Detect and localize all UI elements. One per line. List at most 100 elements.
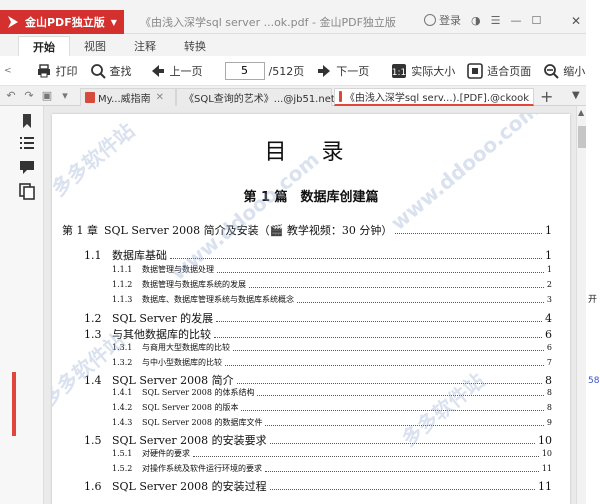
actual-size-button[interactable]: 1:1 实际大小 — [385, 63, 461, 79]
thumbnail-icon[interactable] — [18, 182, 36, 200]
toc-entry-text: 数据管理与数据处理 — [142, 265, 214, 274]
toc-entry-text: SQL Server 2008 简介及安装（🎬 教学视频：30 分钟） — [104, 224, 393, 237]
zoom-out-label: 缩小 — [563, 64, 586, 78]
toc-entry-number: 1.4 — [84, 373, 102, 387]
toc-entry-number: 第 1 章 — [62, 224, 98, 237]
toc-leader — [233, 350, 544, 351]
toc-leader — [217, 272, 544, 273]
toc-entry-text: 数据管理与数据库系统的发展 — [142, 280, 246, 289]
panel-highlight-bar — [12, 372, 16, 436]
arrow-right-icon — [318, 64, 331, 77]
save-icon[interactable]: ▣ — [40, 89, 54, 103]
app-menu-button[interactable]: 金山PDF独立版 ▼ — [0, 10, 124, 34]
close-tab-icon[interactable]: ✕ — [156, 92, 164, 103]
scroll-thumb[interactable] — [578, 126, 586, 148]
toc-entry[interactable]: 1.4 SQL Server 2008 简介 8 — [84, 372, 552, 388]
toc-entry[interactable]: 1.1 数据库基础 1 — [84, 247, 552, 263]
background-text: 58 — [588, 376, 600, 386]
pdf-reader-window: 金山PDF独立版 ▼ 《由浅入深学sql server ...ok.pdf - … — [0, 0, 600, 504]
redo-icon[interactable]: ↷ — [22, 89, 36, 103]
bookmark-icon[interactable] — [18, 112, 36, 130]
toc-entry[interactable]: 1.1.3 数据库、数据库管理系统与数据库系统概念 3 — [112, 294, 552, 305]
maximize-icon[interactable]: ☐ — [531, 14, 541, 27]
toc-entry[interactable]: 1.3 与其他数据库的比较 6 — [84, 326, 552, 342]
tab-home[interactable]: 开始 — [18, 36, 70, 56]
toc-entry[interactable]: 1.4.3 SQL Server 2008 的数据库文件 9 — [112, 417, 552, 428]
toc-entry-page: 7 — [546, 358, 552, 367]
doc-tab-label: My...威指南 — [98, 94, 151, 105]
undo-icon[interactable]: ↶ — [4, 89, 18, 103]
toc-entry-number: 1.1 — [84, 248, 102, 262]
toc-entry-text: 与商用大型数据库的比较 — [142, 343, 230, 352]
toc-entry[interactable]: 1.3.2 与中小型数据库的比较 7 — [112, 357, 552, 368]
toc-leader — [395, 232, 542, 234]
add-tab-icon[interactable]: + — [540, 87, 553, 106]
toc-entry[interactable]: 1.1.1 数据管理与数据处理 1 — [112, 264, 552, 275]
page-title: 目 录 — [264, 140, 358, 165]
arrow-left-icon — [151, 64, 164, 77]
print-button[interactable]: 打印 — [30, 63, 84, 79]
part-heading: 第 1 篇 数据库创建篇 — [243, 190, 379, 205]
comment-icon[interactable] — [18, 158, 36, 176]
skin-icon[interactable]: ◑ — [471, 14, 481, 27]
toc-leader — [269, 488, 535, 490]
page-navigator: /512页 — [219, 61, 311, 80]
toc-entry[interactable]: 第 1 章 SQL Server 2008 简介及安装（🎬 教学视频：30 分钟）… — [62, 222, 552, 238]
toc-entry-text: 数据库基础 — [112, 249, 167, 262]
toc-leader — [236, 382, 542, 384]
vertical-scrollbar[interactable]: ▲ — [576, 106, 586, 504]
toc-leader — [214, 336, 542, 338]
toc-entry[interactable]: 1.4.1 SQL Server 2008 的体系结构 8 — [112, 387, 552, 398]
minimize-icon[interactable]: — — [510, 14, 521, 27]
next-page-button[interactable]: 下一页 — [310, 63, 375, 79]
toc-entry-page: 8 — [546, 403, 552, 412]
toc-entry-text: SQL Server 2008 的版本 — [142, 403, 239, 412]
toc-entry-number: 1.3 — [84, 327, 102, 341]
next-page-label: 下一页 — [336, 64, 370, 78]
toc-entry-number: 1.4.1 — [112, 388, 133, 397]
pdf-file-icon — [339, 91, 342, 102]
doc-tab[interactable]: My...威指南 ✕ — [80, 88, 176, 106]
tab-annotate[interactable]: 注释 — [120, 36, 170, 56]
scroll-up-icon[interactable]: ▲ — [578, 108, 584, 117]
toc-entry[interactable]: 1.3.1 与商用大型数据库的比较 6 — [112, 342, 552, 353]
toc-entry-text: 对操作系统及软件运行环境的要求 — [142, 464, 262, 473]
toc-entry-number: 1.5.2 — [112, 464, 133, 473]
page-number-input[interactable] — [224, 61, 265, 80]
tab-view[interactable]: 视图 — [70, 36, 120, 56]
tab-list-icon[interactable]: ▼ — [572, 90, 580, 101]
toc-entry-page: 8 — [545, 373, 552, 387]
document-viewport[interactable]: 目 录 第 1 篇 数据库创建篇 第 1 章 SQL Server 2008 简介… — [44, 106, 576, 504]
toc-entry[interactable]: 1.1.2 数据管理与数据库系统的发展 2 — [112, 279, 552, 290]
menu-icon[interactable]: ☰ — [491, 14, 501, 27]
toc-entry[interactable]: 1.2 SQL Server 的发展 4 — [84, 310, 552, 326]
outline-list-icon[interactable] — [18, 134, 36, 152]
toc-entry-page: 9 — [546, 418, 552, 427]
ribbon-tabs: 开始 视图 注释 转换 — [0, 34, 586, 56]
toolbar-scroll-left[interactable]: < — [0, 66, 16, 76]
toc-entry-text: 对硬件的要求 — [142, 449, 190, 458]
toc-entry-number: 1.4.3 — [112, 418, 133, 427]
doc-tab-active[interactable]: 《由浅入深学sql serv...).[PDF].@ckook — [334, 88, 534, 106]
dropdown-icon[interactable]: ▾ — [58, 89, 72, 103]
doc-tab-label: 《由浅入深学sql serv...).[PDF].@ckook — [344, 93, 529, 104]
tab-convert[interactable]: 转换 — [170, 36, 220, 56]
document-tab-strip: ↶ ↷ ▣ ▾ My...威指南 ✕ 《SQL查询的艺术》...@jb51.ne… — [0, 86, 600, 106]
toc-leader — [170, 257, 542, 259]
toc-entry[interactable]: 1.5 SQL Server 2008 的安装要求 10 — [84, 432, 552, 448]
toc-entry[interactable]: 1.5.2 对操作系统及软件运行环境的要求 11 — [112, 463, 552, 474]
toc-entry[interactable]: 1.5.1 对硬件的要求 10 — [112, 448, 552, 459]
prev-page-button[interactable]: 上一页 — [144, 63, 209, 79]
toc-entry[interactable]: 1.6 SQL Server 2008 的安装过程 11 — [84, 478, 552, 494]
background-window-edge — [586, 0, 600, 504]
toc-entry-page: 1 — [545, 223, 552, 237]
window-title: 《由浅入深学sql server ...ok.pdf - 金山PDF独立版 — [140, 16, 396, 29]
find-button[interactable]: 查找 — [84, 63, 138, 79]
fit-page-button[interactable]: 适合页面 — [461, 62, 537, 79]
close-icon[interactable]: ✕ — [571, 14, 581, 28]
login-button[interactable]: 登录 — [424, 12, 461, 28]
doc-tab[interactable]: 《SQL查询的艺术》...@jb51.net ✕ — [176, 88, 348, 106]
toc-entry[interactable]: 1.4.2 SQL Server 2008 的版本 8 — [112, 402, 552, 413]
toc-entry-number: 1.5.1 — [112, 449, 133, 458]
zoom-out-button[interactable]: 缩小 — [537, 63, 591, 79]
